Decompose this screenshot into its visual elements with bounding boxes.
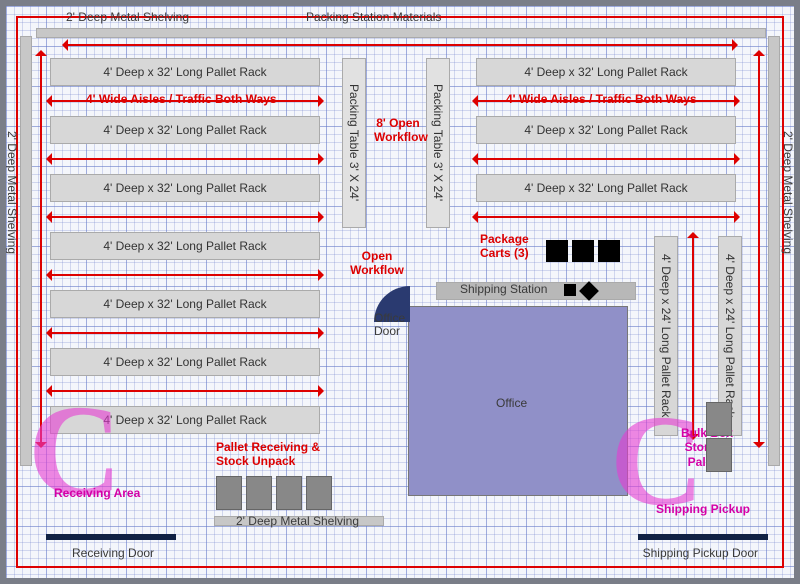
aisle-label-r1: 4' Wide Aisles / Traffic Both Ways — [506, 92, 697, 106]
top-shelving-label: 2' Deep Metal Shelving — [66, 10, 189, 24]
cart-3 — [598, 240, 620, 262]
rack-left-3: 4' Deep x 32' Long Pallet Rack — [50, 174, 320, 202]
shipping-door-label: Shipping Pickup Door — [643, 546, 758, 560]
rack-right-1: 4' Deep x 32' Long Pallet Rack — [476, 58, 736, 86]
rack-left-1: 4' Deep x 32' Long Pallet Rack — [50, 58, 320, 86]
shipping-pickup: Shipping Pickup — [656, 502, 750, 516]
packing-table-2: Packing Table 3' X 24' — [426, 58, 450, 228]
open-workflow: Open Workflow — [342, 249, 412, 278]
rack-label: 4' Deep x 32' Long Pallet Rack — [103, 297, 266, 311]
shipping-station-label: Shipping Station — [460, 282, 547, 296]
rack-label: 4' Deep x 32' Long Pallet Rack — [103, 239, 266, 253]
pallet-2 — [246, 476, 272, 510]
rack-label: 4' Deep x 24' Long Pallet Rack — [723, 254, 737, 417]
receiving-door — [46, 534, 176, 540]
left-shelving-label: 2' Deep Metal Shelving — [5, 131, 19, 254]
top-traffic-arrow — [66, 44, 734, 46]
rack-label: 4' Deep x 32' Long Pallet Rack — [524, 123, 687, 137]
right-traffic-arrow — [758, 54, 760, 444]
rack-left-6: 4' Deep x 32' Long Pallet Rack — [50, 348, 320, 376]
office-label: Office — [496, 396, 527, 410]
aisle-arrow-r3 — [476, 216, 736, 218]
pallet-3 — [276, 476, 302, 510]
rack-label: 4' Deep x 32' Long Pallet Rack — [103, 413, 266, 427]
right-shelving-label: 2' Deep Metal Shelving — [781, 131, 795, 254]
rack-right-2: 4' Deep x 32' Long Pallet Rack — [476, 116, 736, 144]
open-workflow-8: 8' Open Workflow — [374, 116, 422, 145]
bottom-shelving-label: 2' Deep Metal Shelving — [236, 514, 359, 528]
pallet-receiving: Pallet Receiving & Stock Unpack — [216, 440, 336, 469]
rack-right-3: 4' Deep x 32' Long Pallet Rack — [476, 174, 736, 202]
rack-label: 4' Deep x 32' Long Pallet Rack — [524, 181, 687, 195]
bulk-pallet-1 — [706, 402, 732, 436]
rack-label: 4' Deep x 32' Long Pallet Rack — [103, 181, 266, 195]
rack-left-4: 4' Deep x 32' Long Pallet Rack — [50, 232, 320, 260]
rack-label: 4' Deep x 32' Long Pallet Rack — [103, 355, 266, 369]
packing-materials-label: Packing Station Materials — [306, 10, 441, 24]
packing-table-label: Packing Table 3' X 24' — [431, 84, 445, 201]
package-carts-label: Package Carts (3) — [480, 232, 540, 261]
shipping-door — [638, 534, 768, 540]
rack-label: 4' Deep x 32' Long Pallet Rack — [524, 65, 687, 79]
aisle-label-l1: 4' Wide Aisles / Traffic Both Ways — [86, 92, 277, 106]
aisle-arrow-l5 — [50, 332, 320, 334]
office-door-label: Office Door — [374, 312, 414, 338]
aisle-arrow-r2 — [476, 158, 736, 160]
packing-table-1: Packing Table 3' X 24' — [342, 58, 366, 228]
packing-table-label: Packing Table 3' X 24' — [347, 84, 361, 201]
cart-2 — [572, 240, 594, 262]
rack-label: 4' Deep x 32' Long Pallet Rack — [103, 65, 266, 79]
pallet-1 — [216, 476, 242, 510]
aisle-arrow-l4 — [50, 274, 320, 276]
warehouse-plan: 2' Deep Metal Shelving Packing Station M… — [0, 0, 800, 584]
receiving-door-label: Receiving Door — [72, 546, 154, 560]
aisle-arrow-l2 — [50, 158, 320, 160]
receiving-area-label: Receiving Area — [54, 486, 140, 500]
pallet-4 — [306, 476, 332, 510]
cart-1 — [546, 240, 568, 262]
aisle-arrow-l3 — [50, 216, 320, 218]
right-shelving — [768, 36, 780, 466]
rack-label: 4' Deep x 32' Long Pallet Rack — [103, 123, 266, 137]
station-square — [564, 284, 576, 296]
rack-left-5: 4' Deep x 32' Long Pallet Rack — [50, 290, 320, 318]
bulk-pallet-2 — [706, 438, 732, 472]
big-c-left: C — [28, 376, 122, 526]
rack-left-2: 4' Deep x 32' Long Pallet Rack — [50, 116, 320, 144]
top-shelving-strip — [36, 28, 766, 38]
